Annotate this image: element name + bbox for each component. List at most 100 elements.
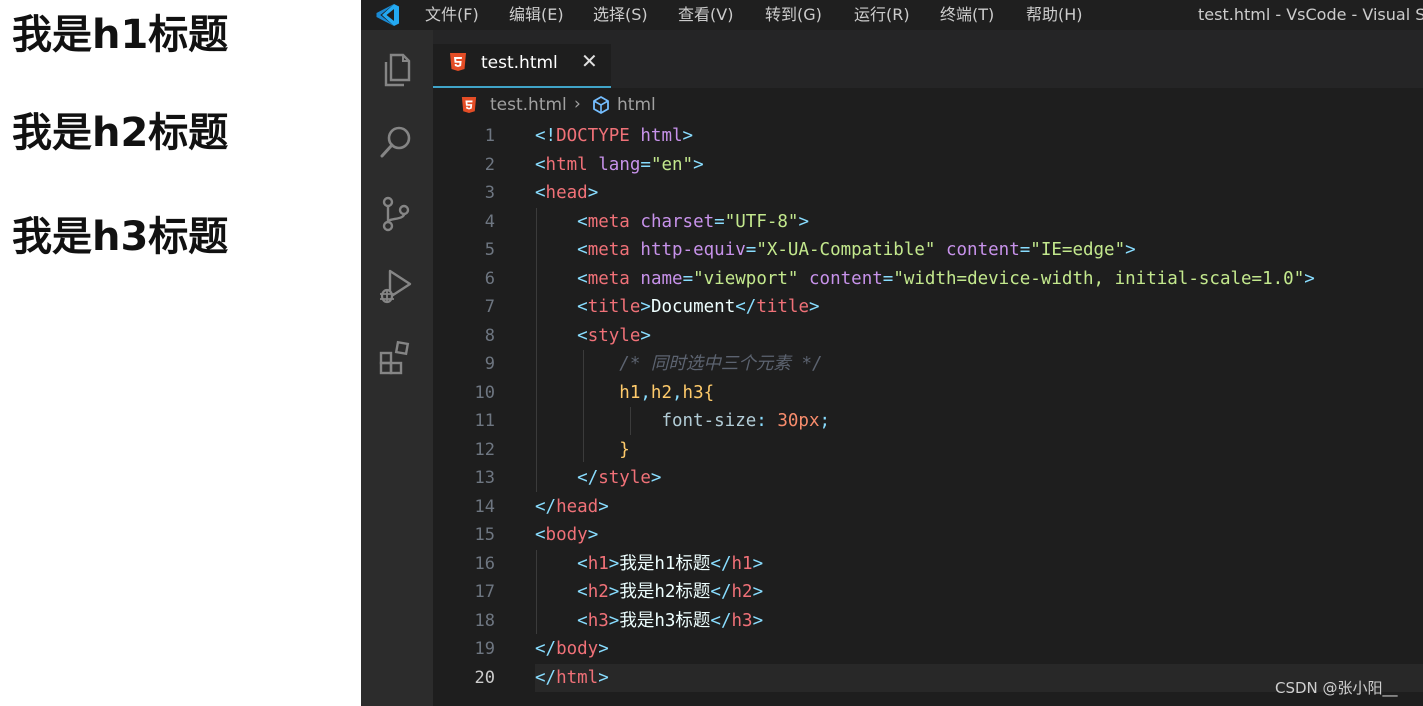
- code-token: "en": [650, 155, 694, 175]
- menu-item[interactable]: 转到(G): [765, 3, 822, 27]
- code-token: <: [577, 297, 588, 317]
- breadcrumb-element[interactable]: html: [617, 94, 656, 116]
- tab-test-html[interactable]: test.html ✕: [433, 44, 611, 88]
- menu-item[interactable]: 终端(T): [940, 3, 994, 27]
- code-token: =: [682, 269, 694, 289]
- code-token: h3: [587, 611, 609, 631]
- extensions-icon[interactable]: [377, 338, 415, 378]
- code-token: </: [735, 297, 757, 317]
- line-number: 11: [474, 411, 495, 431]
- line-number: 20: [474, 668, 495, 688]
- menu-item[interactable]: 运行(R): [854, 3, 910, 27]
- code-token: </: [710, 611, 732, 631]
- line-number: 5: [484, 240, 495, 260]
- code-editor[interactable]: 1 2 3 4 5 6 7 8 9 10 11 12 13 14 15 16 17 18 19 20 <!DOCTYP…: [433, 120, 1423, 706]
- code-token: lang: [598, 155, 641, 175]
- code-token: >: [608, 611, 620, 631]
- code-token: >: [598, 639, 609, 659]
- menu-item[interactable]: 文件(F): [425, 3, 479, 27]
- code-token: =: [882, 269, 894, 289]
- code-token: =: [714, 212, 725, 232]
- code-token: =: [745, 240, 757, 260]
- code-token: "X-UA-Compatible": [756, 240, 936, 260]
- line-number: 16: [474, 554, 495, 574]
- code-token: >: [752, 582, 764, 602]
- code-token: h2: [587, 582, 609, 602]
- code-token: content: [809, 269, 883, 289]
- code-token: :: [756, 411, 767, 431]
- code-token: 我是h2标题: [619, 582, 711, 602]
- code-line: </style>: [535, 464, 661, 492]
- browser-preview: 我是h1标题 我是h2标题 我是h3标题: [0, 0, 361, 706]
- code-line: }: [535, 436, 630, 464]
- code-line: <title>Document</title>: [535, 293, 819, 321]
- code-token: >: [752, 554, 764, 574]
- code-token: html: [640, 126, 683, 146]
- watermark-text: CSDN @张小阳__: [1275, 679, 1398, 697]
- code-token: body: [545, 525, 588, 545]
- code-token: <: [577, 326, 588, 346]
- line-number: 7: [484, 297, 495, 317]
- breadcrumb-separator: ›: [574, 94, 581, 114]
- code-line: <meta http-equiv="X-UA-Compatible" conte…: [535, 236, 1136, 264]
- code-token: "UTF-8": [724, 212, 799, 232]
- run-debug-icon[interactable]: [377, 266, 415, 306]
- code-token: h3: [731, 611, 753, 631]
- line-number: 2: [484, 155, 495, 175]
- line-number: 19: [474, 639, 495, 659]
- preview-h3-heading: 我是h3标题: [12, 214, 229, 260]
- menu-item[interactable]: 编辑(E): [509, 3, 564, 27]
- line-number: 9: [484, 354, 495, 374]
- code-line: <body>: [535, 521, 598, 549]
- symbol-element-icon: [593, 96, 609, 114]
- search-icon[interactable]: [377, 122, 415, 162]
- window-title: test.html - VsCode - Visual S: [1198, 5, 1423, 24]
- line-number: 10: [474, 383, 495, 403]
- code-token: <: [535, 155, 546, 175]
- code-line: h1,h2,h3{: [535, 379, 714, 407]
- code-token: <: [535, 183, 546, 203]
- activity-bar: [361, 30, 433, 706]
- code-line: <h3>我是h3标题</h3>: [535, 607, 763, 635]
- code-token: "width=device-width, initial-scale=1.0": [893, 269, 1305, 289]
- code-token: body: [556, 639, 599, 659]
- code-token: </: [710, 582, 732, 602]
- menu-item[interactable]: 查看(V): [678, 3, 733, 27]
- code-line: <style>: [535, 322, 651, 350]
- line-number: 12: [474, 440, 495, 460]
- code-line: <head>: [535, 179, 598, 207]
- source-control-icon[interactable]: [377, 194, 415, 234]
- code-line: /* 同时选中三个元素 */: [535, 350, 822, 378]
- code-token: title: [756, 297, 809, 317]
- menu-item[interactable]: 帮助(H): [1026, 3, 1083, 27]
- code-token: http-equiv: [640, 240, 746, 260]
- code-line: <html lang="en">: [535, 151, 704, 179]
- breadcrumb: test.html › html: [433, 88, 1423, 120]
- explorer-icon[interactable]: [377, 50, 415, 90]
- code-token: >: [598, 497, 609, 517]
- line-number: 17: [474, 582, 495, 602]
- code-token: >: [798, 212, 810, 232]
- breadcrumb-file[interactable]: test.html: [490, 94, 567, 116]
- code-token: =: [640, 155, 651, 175]
- code-token: h1: [731, 554, 753, 574]
- html5-file-icon: [461, 97, 477, 113]
- code-token: <!: [535, 126, 557, 146]
- code-token: >: [608, 582, 620, 602]
- code-token: meta: [587, 269, 630, 289]
- menu-item[interactable]: 选择(S): [593, 3, 648, 27]
- code-token: charset: [640, 212, 715, 232]
- code-token: html: [556, 668, 599, 688]
- tab-close-icon[interactable]: ✕: [581, 50, 598, 72]
- code-line: <!DOCTYPE html>: [535, 122, 693, 150]
